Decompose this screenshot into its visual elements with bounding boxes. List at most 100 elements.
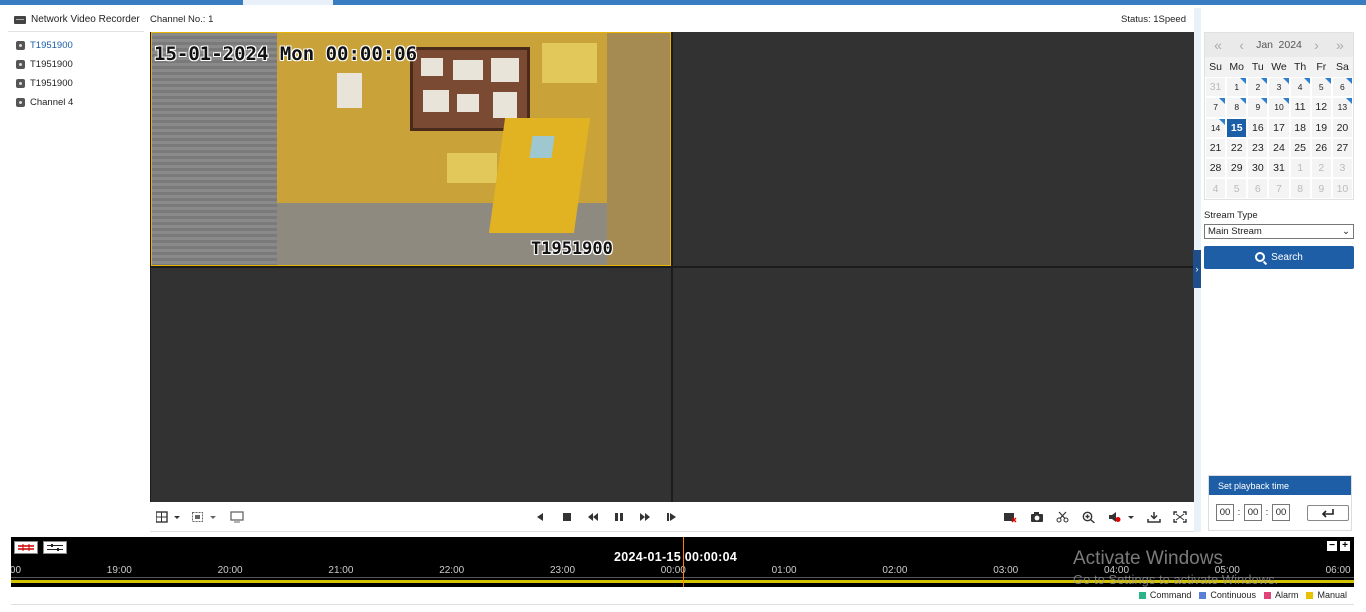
calendar-day[interactable]: 13 [1331,97,1353,118]
calendar-day[interactable]: 18 [1289,117,1311,138]
calendar-day[interactable]: 29 [1226,158,1248,179]
calendar-day[interactable]: 28 [1205,158,1227,179]
calendar-day[interactable]: 19 [1310,117,1332,138]
timeline-clip-button[interactable] [14,541,38,554]
window-layout-button[interactable] [156,510,182,524]
collapse-panel-button[interactable]: › [1193,250,1201,288]
go-to-time-button[interactable] [1307,504,1349,521]
calendar-day[interactable]: 7 [1205,97,1227,118]
calendar-day[interactable]: 8 [1289,178,1311,199]
calendar-day[interactable]: 27 [1331,137,1353,159]
prev-month-icon[interactable]: ‹ [1233,37,1251,53]
weekday-header: Mo [1229,61,1244,73]
audio-button[interactable] [1108,510,1136,524]
channel-label: T1951900 [30,78,73,89]
stop-button[interactable] [560,510,574,524]
single-frame-button[interactable] [665,510,679,524]
calendar-day[interactable]: 7 [1268,178,1290,199]
channel-item-4[interactable]: Channel 4 [8,93,144,112]
calendar-day[interactable]: 3 [1268,77,1290,98]
calendar-day[interactable]: 20 [1331,117,1353,138]
stop-icon [563,513,571,521]
video-window-3[interactable] [151,268,671,502]
calendar-day[interactable]: 6 [1247,178,1269,199]
calendar-day[interactable]: 4 [1205,178,1227,199]
camera-capture-icon [1031,512,1043,522]
calendar-day[interactable]: 26 [1310,137,1332,159]
timeline-hour-label: 03:00 [993,565,1019,576]
reverse-play-button[interactable] [533,510,547,524]
minute-input[interactable]: 00 [1244,504,1262,521]
fast-forward-button[interactable] [638,510,652,524]
download-button[interactable] [1147,510,1161,524]
calendar-day[interactable]: 9 [1247,97,1269,118]
clip-button[interactable] [1056,510,1070,524]
second-input[interactable]: 00 [1272,504,1290,521]
calendar-day[interactable]: 1 [1226,77,1248,98]
video-window-1[interactable]: 15-01-2024 Mon 00:00:06 T1951900 [151,32,671,266]
calendar-day[interactable]: 4 [1289,77,1311,98]
camera-icon [16,98,25,107]
timeline-zoom-in-button[interactable]: + [1340,541,1350,551]
legend-item: Alarm [1263,590,1298,600]
digital-zoom-button[interactable] [230,510,244,524]
timeline-zoom-out-button[interactable]: − [1327,541,1337,551]
channel-item-1[interactable]: T1951900 [8,36,144,55]
timeline-cursor[interactable] [683,537,684,587]
weekday-header: Fr [1316,61,1327,73]
stream-select-button[interactable] [192,510,218,524]
calendar-day[interactable]: 3 [1331,158,1353,179]
next-year-icon[interactable]: » [1331,37,1349,53]
calendar-day[interactable]: 21 [1205,137,1227,159]
channel-item-3[interactable]: T1951900 [8,74,144,93]
calendar-day[interactable]: 6 [1331,77,1353,98]
weekday-header: Tu [1251,61,1264,73]
calendar-day[interactable]: 8 [1226,97,1248,118]
calendar-day[interactable]: 14 [1205,117,1227,138]
timeline-hour-label: 19:00 [106,565,132,576]
calendar-day[interactable]: 22 [1226,137,1248,159]
calendar-day[interactable]: 16 [1247,117,1269,138]
calendar-day[interactable]: 17 [1268,117,1290,138]
active-tab-highlight[interactable] [243,0,333,5]
channel-item-2[interactable]: T1951900 [8,55,144,74]
calendar-day[interactable]: 9 [1310,178,1332,199]
calendar-day[interactable]: 5 [1226,178,1248,199]
calendar-day[interactable]: 15 [1226,117,1248,138]
calendar-day[interactable]: 10 [1331,178,1353,199]
slow-forward-button[interactable] [586,510,600,524]
stream-type-select[interactable]: Main Stream ⌄ [1204,223,1354,239]
calendar-day[interactable]: 25 [1289,137,1311,159]
pause-button[interactable] [612,510,626,524]
timeline-settings-button[interactable] [43,541,67,554]
monitor-icon [230,511,244,523]
chevron-right-icon: › [1195,264,1199,274]
timeline-hour-label: 02:00 [882,565,908,576]
hour-input[interactable]: 00 [1216,504,1234,521]
calendar-day[interactable]: 2 [1310,158,1332,179]
video-window-4[interactable] [673,268,1194,502]
zoom-button[interactable] [1082,510,1096,524]
calendar-day[interactable]: 1 [1289,158,1311,179]
calendar-day[interactable]: 2 [1247,77,1269,98]
prev-year-icon[interactable]: « [1209,37,1227,53]
nvr-node[interactable]: Network Video Recorder [8,8,144,32]
next-month-icon[interactable]: › [1307,37,1325,53]
video-window-2[interactable] [673,32,1194,266]
chevron-down-icon: ⌄ [1342,225,1350,237]
stop-all-button[interactable] [1003,510,1017,524]
calendar-day[interactable]: 10 [1268,97,1290,118]
timeline-hour-label: 06:00 [1325,565,1351,576]
calendar-day[interactable]: 11 [1289,97,1311,118]
calendar-day[interactable]: 30 [1247,158,1269,179]
fullscreen-button[interactable] [1173,510,1187,524]
search-button[interactable]: Search [1204,245,1354,269]
playback-header: Channel No.: 1 Status: 1Speed [150,8,1194,30]
calendar-day[interactable]: 31 [1268,158,1290,179]
calendar-day[interactable]: 24 [1268,137,1290,159]
calendar-day[interactable]: 31 [1205,77,1227,98]
calendar-day[interactable]: 12 [1310,97,1332,118]
calendar-day[interactable]: 23 [1247,137,1269,159]
capture-button[interactable] [1030,510,1044,524]
calendar-day[interactable]: 5 [1310,77,1332,98]
